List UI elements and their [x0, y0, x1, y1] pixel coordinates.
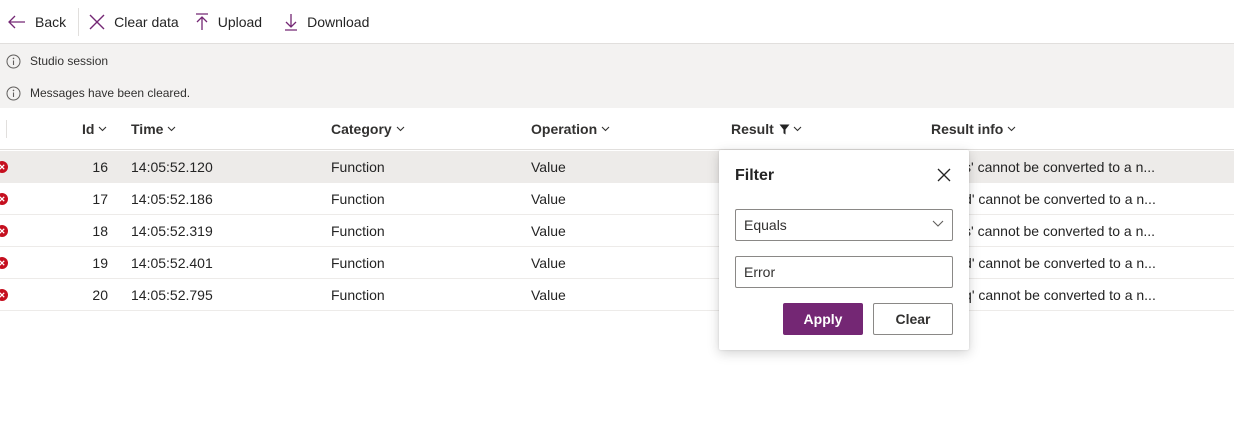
cell-id: 17 — [92, 191, 108, 207]
chevron-down-icon — [601, 126, 610, 132]
download-label: Download — [307, 13, 370, 30]
chevron-down-icon — [793, 126, 802, 132]
back-label: Back — [35, 13, 67, 30]
back-button[interactable]: Back — [8, 0, 66, 44]
info-icon — [6, 54, 21, 68]
cell-time: 14:05:52.186 — [131, 191, 213, 207]
filter-value-input[interactable]: Error — [735, 256, 953, 288]
cell-operation: Value — [531, 255, 566, 271]
message-text: Messages have been cleared. — [30, 86, 191, 100]
clear-data-button[interactable]: Clear data — [89, 0, 179, 44]
message-studio-session: Studio session — [6, 52, 108, 70]
cell-operation: Value — [531, 159, 566, 175]
cell-id: 18 — [92, 223, 108, 239]
column-header-id[interactable]: Id — [82, 108, 107, 150]
funnel-icon — [779, 124, 790, 134]
cell-id: 16 — [92, 159, 108, 175]
toolbar-divider — [78, 7, 80, 36]
cell-time: 14:05:52.401 — [131, 255, 213, 271]
column-header-label: Result info — [931, 121, 1004, 137]
filter-title: Filter — [735, 167, 775, 184]
error-circle-icon — [0, 225, 8, 237]
filter-popup: Filter Equals Error Apply Clear — [719, 150, 969, 350]
info-icon — [6, 86, 21, 100]
cell-operation: Value — [531, 223, 566, 239]
cell-result-info: alue 'd' cannot be converted to a n... — [931, 191, 1156, 207]
cell-id: 20 — [92, 287, 108, 303]
column-header-label: Result — [731, 121, 774, 137]
cell-category: Function — [331, 287, 385, 303]
error-circle-icon — [0, 257, 8, 269]
cell-result-info: alue 's' cannot be converted to a n... — [931, 223, 1156, 239]
cell-time: 14:05:52.120 — [131, 159, 213, 175]
message-text: Studio session — [30, 54, 109, 68]
column-header-label: Time — [131, 121, 164, 137]
table-row[interactable]: 18 14:05:52.319 Function Value alue 's' … — [0, 215, 1234, 247]
command-bar: Back Clear data Upload Download — [0, 0, 1234, 44]
download-button[interactable]: Download — [284, 0, 369, 44]
error-circle-icon — [0, 193, 8, 205]
cell-time: 14:05:52.795 — [131, 287, 213, 303]
filter-value-text: Error — [744, 264, 776, 280]
cell-category: Function — [331, 191, 385, 207]
table-row[interactable]: 19 14:05:52.401 Function Value alue 'd' … — [0, 247, 1234, 279]
message-cleared: Messages have been cleared. — [6, 84, 190, 102]
chevron-down-icon — [932, 220, 944, 227]
cell-result-info: alue 'q' cannot be converted to a n... — [931, 287, 1156, 303]
table-row[interactable]: 16 14:05:52.120 Function Value alue 's' … — [0, 151, 1234, 183]
column-divider — [6, 120, 7, 138]
upload-button[interactable]: Upload — [195, 0, 262, 44]
clear-button[interactable]: Clear — [873, 303, 953, 335]
chevron-down-icon — [99, 126, 107, 132]
close-icon — [89, 14, 105, 29]
chevron-down-icon — [1007, 126, 1016, 132]
apply-button[interactable]: Apply — [783, 303, 863, 335]
column-header-result-info[interactable]: Result info — [931, 108, 1016, 150]
chevron-down-icon — [168, 126, 176, 132]
chevron-down-icon — [396, 126, 405, 132]
cell-operation: Value — [531, 191, 566, 207]
cell-result-info: alue 's' cannot be converted to a n... — [931, 159, 1156, 175]
filter-operator-value: Equals — [744, 217, 787, 233]
download-icon — [285, 13, 298, 31]
error-circle-icon — [0, 289, 8, 301]
upload-label: Upload — [217, 13, 263, 30]
grid-header: Id Time Category Operation Result Result… — [0, 108, 1234, 150]
cell-result-info: alue 'd' cannot be converted to a n... — [931, 255, 1156, 271]
column-header-operation[interactable]: Operation — [531, 108, 610, 150]
close-icon[interactable] — [936, 167, 952, 183]
column-header-label: Category — [331, 121, 392, 137]
cell-category: Function — [331, 159, 385, 175]
arrow-left-icon — [8, 15, 25, 28]
column-header-result[interactable]: Result — [731, 108, 802, 150]
column-header-label: Operation — [531, 121, 598, 137]
cell-category: Function — [331, 223, 385, 239]
table-row[interactable]: 17 14:05:52.186 Function Value alue 'd' … — [0, 183, 1234, 215]
column-header-time[interactable]: Time — [131, 108, 176, 150]
upload-icon — [195, 12, 208, 30]
clear-data-label: Clear data — [114, 13, 179, 30]
table-row[interactable]: 20 14:05:52.795 Function Value alue 'q' … — [0, 279, 1234, 311]
cell-category: Function — [331, 255, 385, 271]
cell-id: 19 — [92, 255, 108, 271]
cell-time: 14:05:52.319 — [131, 223, 213, 239]
column-header-label: Id — [82, 121, 95, 137]
error-circle-icon — [0, 161, 8, 173]
column-header-category[interactable]: Category — [331, 108, 405, 150]
filter-operator-dropdown[interactable]: Equals — [735, 209, 953, 241]
cell-operation: Value — [531, 287, 566, 303]
